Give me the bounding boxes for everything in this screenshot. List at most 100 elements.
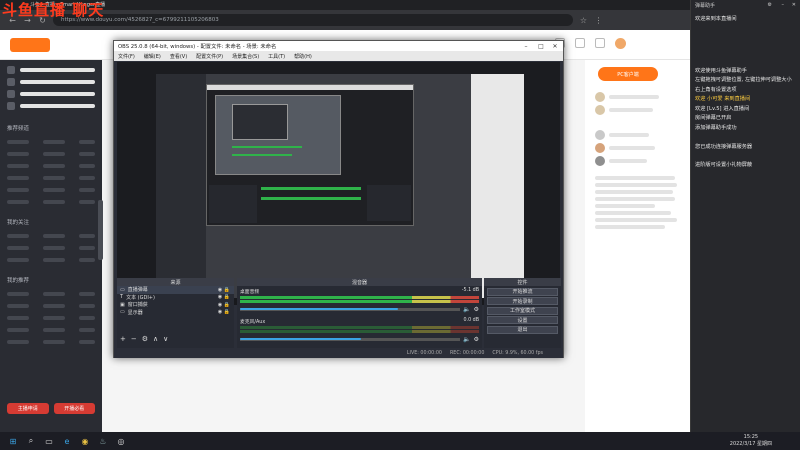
settings-button[interactable]: 设置 — [487, 316, 558, 324]
obs-preview[interactable] — [156, 74, 524, 305]
source-item[interactable]: ▣ 窗口捕获 ◉ 🔒 — [117, 301, 234, 309]
sidebar-item[interactable] — [0, 336, 102, 348]
chat-message: 欢迎 [Lv.5] 进入直播间 — [695, 105, 750, 112]
source-item[interactable]: ▭ 直播弹幕 ◉ 🔒 — [117, 286, 234, 294]
mixer-channel-db: -5.1 dB — [461, 288, 479, 293]
menu-item-scene-collection[interactable]: 场景集合(S) — [232, 53, 259, 60]
exit-button[interactable]: 退出 — [487, 325, 558, 334]
visibility-icon[interactable]: ◉ 🔒 — [218, 294, 230, 300]
obs-status-bar: LIVE: 00:00:00 REC: 00:00:00 CPU: 9.9%, … — [114, 348, 563, 358]
list-item[interactable] — [585, 90, 690, 103]
close-icon[interactable]: ✕ — [792, 2, 796, 8]
menu-item-tools[interactable]: 工具(T) — [268, 53, 285, 60]
menu-item-file[interactable]: 文件(F) — [118, 53, 135, 60]
sidebar-item[interactable] — [0, 136, 102, 148]
menu-icon[interactable]: ⋮ — [594, 16, 603, 25]
volume-slider[interactable] — [240, 338, 461, 341]
sidebar-item[interactable] — [0, 230, 102, 242]
gear-icon[interactable]: ⚙ — [474, 306, 479, 313]
sidebar-item[interactable] — [0, 312, 102, 324]
chat-message: 左键拖拽可调整位置, 左键拉伸可调整大小 — [695, 77, 792, 83]
obs-menubar: 文件(F) 编辑(E) 查看(V) 配置文件(P) 场景集合(S) 工具(T) … — [114, 51, 563, 61]
sidebar-item[interactable] — [0, 242, 102, 254]
sidebar-item[interactable] — [0, 148, 102, 160]
source-item[interactable]: ▭ 显示器 ◉ 🔒 — [117, 309, 234, 317]
minimize-icon[interactable]: – — [782, 2, 785, 8]
studio-mode-button[interactable]: 工作室模式 — [487, 306, 558, 315]
speaker-icon[interactable]: 🔈 — [463, 306, 470, 313]
pc-client-button[interactable]: PC客户端 — [598, 67, 658, 81]
star-icon[interactable]: ☆ — [579, 16, 588, 25]
minimize-icon[interactable]: – — [519, 41, 533, 51]
chat-message: 右上角有设置选项 — [695, 86, 737, 93]
sidebar-item-home[interactable] — [0, 64, 102, 76]
remove-icon[interactable]: − — [131, 335, 137, 343]
maximize-icon[interactable]: □ — [534, 41, 548, 51]
avatar[interactable] — [615, 38, 626, 49]
sidebar-section-title: 推荐频道 — [7, 126, 30, 132]
live-label: LIVE: — [406, 350, 419, 356]
menu-item-help[interactable]: 帮助(H) — [294, 53, 312, 60]
menu-item-view[interactable]: 查看(V) — [170, 53, 187, 60]
gear-icon[interactable]: ⚙ — [142, 335, 148, 343]
visibility-icon[interactable]: ◉ 🔒 — [218, 309, 230, 315]
steam-icon[interactable]: ♨ — [98, 436, 108, 446]
move-down-icon[interactable]: ∨ — [163, 335, 168, 343]
gear-icon[interactable]: ⚙ — [768, 2, 772, 8]
rec-label: REC: — [449, 350, 462, 356]
sidebar-scrollbar[interactable] — [98, 200, 103, 260]
list-item[interactable] — [585, 154, 690, 167]
source-item[interactable]: T 文本 (GDI+) ◉ 🔒 — [117, 294, 234, 302]
search-icon[interactable]: ⌕ — [26, 436, 36, 446]
cpu-fps-readout: CPU: 9.9%, 60.00 fps — [492, 350, 543, 356]
sidebar-item[interactable] — [0, 300, 102, 312]
sidebar-item[interactable] — [0, 196, 102, 208]
follow-icon[interactable] — [575, 38, 585, 48]
sidebar-item[interactable] — [0, 288, 102, 300]
windows-start-icon[interactable]: ⊞ — [8, 436, 18, 446]
chrome-icon[interactable]: ◉ — [80, 436, 90, 446]
sidebar-item-video[interactable] — [0, 88, 102, 100]
add-icon[interactable]: + — [120, 335, 126, 343]
obs-icon[interactable]: ◎ — [116, 436, 126, 446]
start-recording-button[interactable]: 开始录制 — [487, 297, 558, 305]
controls-dock: 控件 开始推流 开始录制 工作室模式 设置 退出 — [484, 278, 561, 348]
room-side-panel — [585, 60, 690, 432]
chat-message: 欢迎使用斗鱼弹幕助手 — [695, 67, 747, 74]
start-streaming-button[interactable]: 开始推流 — [487, 287, 558, 296]
menu-item-edit[interactable]: 编辑(E) — [144, 53, 161, 60]
audio-level-meter — [240, 326, 479, 329]
task-view-icon[interactable]: ▭ — [44, 436, 54, 446]
edge-icon[interactable]: e — [62, 436, 72, 446]
sidebar-section-title: 我的关注 — [7, 220, 30, 226]
sidebar-item[interactable] — [0, 184, 102, 196]
close-icon[interactable]: ✕ — [548, 41, 562, 51]
list-item[interactable] — [585, 128, 690, 141]
sidebar-item-game[interactable] — [0, 100, 102, 112]
list-item[interactable] — [585, 141, 690, 154]
window-source-icon: ▣ — [120, 301, 125, 308]
sidebar-item[interactable] — [0, 172, 102, 184]
sidebar-item[interactable] — [0, 160, 102, 172]
gear-icon[interactable]: ⚙ — [474, 336, 479, 343]
streamer-apply-button[interactable]: 主播申请 — [7, 403, 49, 414]
volume-slider[interactable] — [240, 308, 461, 311]
sidebar-item[interactable] — [0, 324, 102, 336]
stream-guide-button[interactable]: 开播必看 — [53, 403, 95, 414]
visibility-icon[interactable]: ◉ 🔒 — [218, 302, 230, 308]
url-input[interactable]: https://www.douyu.com/4526827_c=67992111… — [53, 14, 573, 26]
windows-taskbar: ⊞ ⌕ ▭ e ◉ ♨ ◎ — [0, 432, 800, 450]
list-item[interactable] — [585, 103, 690, 116]
sidebar-item-category[interactable] — [0, 76, 102, 88]
taskbar-clock[interactable]: 15:25 2022/3/17 星期四 — [730, 434, 772, 448]
browser-source-icon: ▭ — [120, 286, 125, 293]
speaker-icon[interactable]: 🔈 — [463, 336, 470, 343]
menu-item-profile[interactable]: 配置文件(P) — [196, 53, 223, 60]
controls-dock-header: 控件 — [484, 278, 561, 286]
chat-message: 欢迎 小可爱 来到直播间 — [695, 96, 751, 102]
message-icon[interactable] — [595, 38, 605, 48]
site-logo[interactable] — [10, 38, 50, 52]
visibility-icon[interactable]: ◉ 🔒 — [218, 287, 230, 293]
move-up-icon[interactable]: ∧ — [153, 335, 158, 343]
sidebar-item[interactable] — [0, 254, 102, 266]
